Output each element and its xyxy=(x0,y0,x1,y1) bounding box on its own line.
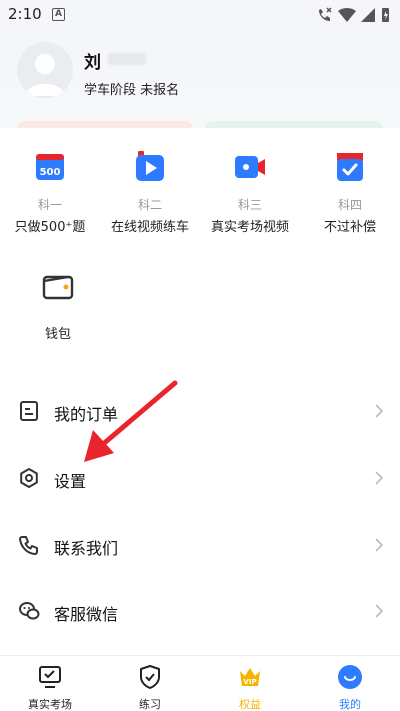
grid-label: 真实考场视频 xyxy=(210,220,289,235)
menu-row-settings[interactable]: 设置 xyxy=(0,453,400,503)
wallet-icon xyxy=(42,275,74,300)
camera-video-icon xyxy=(235,156,265,178)
nav-item-rights[interactable]: VIP 权益 xyxy=(200,656,300,711)
nav-item-mine[interactable]: 我的 xyxy=(300,656,400,711)
play-video-icon xyxy=(136,151,164,181)
nav-item-practice[interactable]: 练习 xyxy=(100,656,200,711)
profile-header[interactable]: 刘 学车阶段 未报名 xyxy=(0,30,400,128)
monitor-check-icon xyxy=(39,666,61,688)
shield-check-icon xyxy=(337,153,363,181)
grid-sub: 科一 xyxy=(37,198,62,212)
grid-label: 只做500⁺题 xyxy=(14,220,86,235)
menu-label: 联系我们 xyxy=(54,539,119,558)
vip-badge-text: VIP xyxy=(243,678,256,686)
status-icons xyxy=(319,7,389,22)
book-500-icon: 500 xyxy=(36,154,64,180)
chevron-right-icon xyxy=(375,538,384,552)
grid-label: 不过补偿 xyxy=(323,220,376,235)
nav-label: 权益 xyxy=(239,698,261,711)
chevron-right-icon xyxy=(375,604,384,618)
avatar[interactable] xyxy=(17,42,73,98)
wallet-item[interactable]: 钱包 xyxy=(8,270,108,342)
cell-signal-icon xyxy=(361,8,375,22)
bottom-nav: 真实考场 练习 VIP 权益 我的 xyxy=(0,655,400,711)
menu-row-contact[interactable]: 联系我们 xyxy=(0,520,400,570)
menu-label: 客服微信 xyxy=(54,605,119,624)
grid-item-subject-3[interactable]: 科三 真实考场视频 xyxy=(200,150,300,235)
grid-sub: 科三 xyxy=(237,198,262,212)
vip-crown-icon: VIP xyxy=(240,668,260,686)
grid-item-subject-1[interactable]: 500 科一 只做500⁺题 xyxy=(0,150,100,235)
wechat-icon xyxy=(19,602,40,620)
phone-icon xyxy=(19,536,38,555)
status-time: 2:10 xyxy=(8,5,42,23)
smile-icon xyxy=(338,665,362,689)
chevron-right-icon xyxy=(375,404,384,418)
main-content: 500 科一 只做500⁺题 科二 在线视频练车 科三 真实考场视频 科四 不过… xyxy=(0,128,400,655)
menu-row-orders[interactable]: 我的订单 xyxy=(0,386,400,436)
masked-name xyxy=(108,53,146,65)
signal-wifi-icon xyxy=(338,8,356,22)
wallet-label: 钱包 xyxy=(44,327,71,342)
grid-item-subject-4[interactable]: 科四 不过补偿 xyxy=(300,150,400,235)
shield-check-icon xyxy=(140,665,160,689)
call-wifi-icon xyxy=(319,7,332,21)
book-500-text: 500 xyxy=(40,167,61,178)
notification-a-icon: A xyxy=(52,8,65,21)
chevron-right-icon xyxy=(375,471,384,485)
grid-sub: 科二 xyxy=(137,198,162,212)
grid-sub: 科四 xyxy=(337,198,362,212)
grid-label: 在线视频练车 xyxy=(110,220,189,235)
gear-icon xyxy=(20,468,38,488)
nav-label: 练习 xyxy=(139,698,161,711)
nav-label: 真实考场 xyxy=(28,698,72,711)
nav-item-exam[interactable]: 真实考场 xyxy=(0,656,100,711)
menu-label: 我的订单 xyxy=(54,405,119,424)
user-name: 刘 xyxy=(84,53,101,73)
user-avatar-icon xyxy=(25,54,65,96)
user-status: 学车阶段 未报名 xyxy=(84,83,180,98)
menu-row-wechat[interactable]: 客服微信 xyxy=(0,586,400,636)
status-bar: 2:10 A xyxy=(0,0,400,30)
grid-item-subject-2[interactable]: 科二 在线视频练车 xyxy=(100,150,200,235)
order-icon xyxy=(20,401,38,421)
nav-label: 我的 xyxy=(339,698,361,711)
menu-label: 设置 xyxy=(54,472,87,491)
